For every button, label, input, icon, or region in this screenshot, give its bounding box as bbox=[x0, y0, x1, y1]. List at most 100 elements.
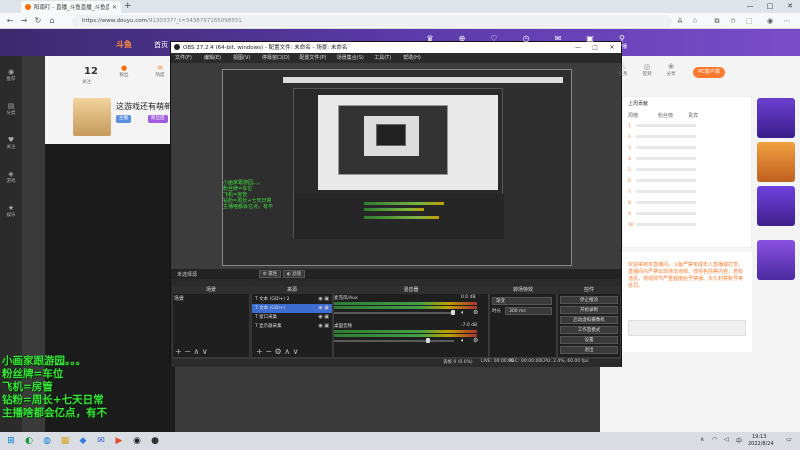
rank-tab[interactable]: 贵宾 bbox=[688, 112, 698, 119]
filters-button[interactable]: ◐ 滤镜 bbox=[283, 270, 305, 278]
network-icon[interactable]: ◠ bbox=[712, 436, 717, 443]
obs-menu-item[interactable]: 配置文件(P) bbox=[299, 54, 326, 61]
sidebar-item[interactable]: ♥ 关注 bbox=[0, 136, 22, 150]
control-button[interactable]: 停止推流 bbox=[560, 296, 618, 304]
right-panel-stat[interactable]: ❀ 分享 bbox=[660, 62, 682, 77]
pc-client-button[interactable]: PC客户端 bbox=[693, 67, 725, 78]
rank-row[interactable]: 7 bbox=[628, 190, 746, 197]
rank-row[interactable]: 4 bbox=[628, 157, 746, 164]
taskbar-app-icon[interactable]: ✉ bbox=[94, 434, 108, 448]
source-item[interactable]: T 窗口采集 ◉ ▣ bbox=[252, 313, 332, 322]
control-button[interactable]: 启动虚拟摄像机 bbox=[560, 316, 618, 324]
right-panel-stat[interactable]: ♨ 任务 bbox=[612, 62, 634, 77]
collections-icon[interactable]: ⧉ bbox=[712, 16, 722, 26]
gear-icon[interactable]: ⚙ bbox=[473, 309, 478, 316]
browser-tab[interactable]: 阳南叮 - 直播_斗鱼直播_斗鱼直 ✕ bbox=[21, 1, 121, 13]
control-button[interactable]: 开始录制 bbox=[560, 306, 618, 314]
rank-row[interactable]: 5 bbox=[628, 168, 746, 175]
rank-row[interactable]: 3 bbox=[628, 146, 746, 153]
nav-home-link[interactable]: 首页 bbox=[154, 40, 168, 50]
control-button[interactable]: 退出 bbox=[560, 346, 618, 354]
header-消息-button[interactable]: ✉ 消息 bbox=[548, 34, 568, 50]
sources-dock-toolbar[interactable]: + − ⚙ ∧ ∨ bbox=[256, 347, 298, 356]
site-logo[interactable]: 斗鱼 bbox=[116, 39, 132, 50]
visibility-eye-icon[interactable]: ◉ ▣ bbox=[318, 304, 329, 313]
promo-card[interactable] bbox=[757, 142, 795, 182]
forward-icon[interactable]: → bbox=[18, 15, 30, 27]
rank-row[interactable]: 1 bbox=[628, 124, 746, 131]
header-下载-button[interactable]: ▣ 下载 bbox=[580, 34, 600, 50]
taskbar-app-icon[interactable]: ◆ bbox=[76, 434, 90, 448]
favorites-icon[interactable]: ✩ bbox=[728, 16, 738, 26]
taskbar-app-icon[interactable]: ◐ bbox=[22, 434, 36, 448]
source-item[interactable]: T 显示器采集 ◉ ▣ bbox=[252, 322, 332, 331]
sidebar-item[interactable]: ◈ 游戏 bbox=[0, 170, 22, 184]
obs-menu-item[interactable]: 视图(V) bbox=[233, 54, 250, 61]
scene-item[interactable]: 场景 bbox=[174, 295, 184, 302]
rank-row[interactable]: 6 bbox=[628, 179, 746, 186]
header-充值-button[interactable]: ⊕ 充值 bbox=[452, 34, 472, 50]
back-icon[interactable]: ← bbox=[4, 15, 16, 27]
obs-preview-canvas[interactable]: 小画家跟游园。。。 粉丝牌=车位 飞机=房管 钻粉=周长+七天日常 主播啥都会亿点，有不 bbox=[222, 69, 572, 266]
refresh-icon[interactable]: ↻ bbox=[32, 15, 44, 27]
visibility-eye-icon[interactable]: ◉ ▣ bbox=[318, 322, 329, 331]
gear-icon[interactable]: ⚙ bbox=[473, 337, 478, 344]
mixer-volume-slider[interactable] bbox=[334, 340, 454, 342]
rank-row[interactable]: 10 bbox=[628, 223, 746, 230]
speaker-icon[interactable]: 🔈︎ bbox=[461, 337, 465, 345]
source-item[interactable]: T 文本 (GDI+) 2 ◉ ▣ bbox=[252, 295, 332, 304]
streamer-avatar[interactable] bbox=[73, 98, 111, 136]
header-关注-button[interactable]: ♡ 关注 bbox=[484, 34, 504, 50]
close-button[interactable]: ✕ bbox=[780, 0, 800, 13]
taskbar-app-icon[interactable]: ▦ bbox=[58, 434, 72, 448]
rank-row[interactable]: 2 bbox=[628, 135, 746, 142]
obs-menu-item[interactable]: 编辑(E) bbox=[204, 54, 221, 61]
clock-time[interactable]: 19:13 bbox=[752, 434, 766, 440]
more-menu-icon[interactable]: ⋯ bbox=[782, 16, 792, 26]
promo-card[interactable] bbox=[757, 240, 795, 280]
home-icon[interactable]: ⌂ bbox=[46, 15, 58, 27]
obs-menu-item[interactable]: 停靠窗口(D) bbox=[262, 54, 290, 61]
visibility-eye-icon[interactable]: ◉ ▣ bbox=[318, 313, 329, 322]
notification-icon[interactable]: ▭ bbox=[786, 436, 792, 443]
read-aloud-icon[interactable]: A bbox=[675, 16, 685, 26]
header-会员-button[interactable]: ♛ 会员 bbox=[420, 34, 440, 50]
source-item[interactable]: T 文本 (GDI+) ◉ ▣ bbox=[252, 304, 332, 313]
promo-card[interactable] bbox=[757, 186, 795, 226]
mixer-volume-knob[interactable] bbox=[426, 338, 430, 343]
visibility-eye-icon[interactable]: ◉ ▣ bbox=[318, 295, 329, 304]
mixer-volume-slider[interactable] bbox=[334, 312, 454, 314]
transition-select[interactable]: 渐变 bbox=[492, 297, 552, 305]
rank-tab[interactable]: 粉丝榜 bbox=[658, 112, 673, 119]
favorite-star-icon[interactable]: ☆ bbox=[690, 16, 700, 26]
taskbar-app-icon[interactable]: ◍ bbox=[40, 434, 54, 448]
rank-tab[interactable]: 周榜 bbox=[628, 112, 638, 119]
obs-menu-item[interactable]: 工具(T) bbox=[374, 54, 391, 61]
chat-input[interactable] bbox=[628, 320, 746, 336]
taskbar-app-icon[interactable]: ⊞ bbox=[4, 434, 18, 448]
new-tab-button[interactable]: + bbox=[124, 1, 132, 11]
ime-icon[interactable]: 中 bbox=[736, 436, 742, 445]
obs-menu-item[interactable]: 文件(F) bbox=[175, 54, 192, 61]
properties-button[interactable]: ⚙ 属性 bbox=[259, 270, 281, 278]
speaker-icon[interactable]: 🔈︎ bbox=[461, 309, 465, 317]
scenes-dock-toolbar[interactable]: + − ∧ ∨ bbox=[175, 347, 208, 356]
right-panel-stat[interactable]: ◎ 签到 bbox=[636, 62, 658, 77]
rank-row[interactable]: 9 bbox=[628, 212, 746, 219]
clock-date[interactable]: 2022/8/24 bbox=[748, 441, 774, 447]
volume-icon[interactable]: ◁ bbox=[724, 436, 729, 443]
header-历史-button[interactable]: ◷ 历史 bbox=[516, 34, 536, 50]
tab-close-icon[interactable]: ✕ bbox=[112, 4, 117, 11]
taskbar-app-icon[interactable]: ◉ bbox=[130, 434, 144, 448]
room-stat[interactable]: ♒ 热度 bbox=[151, 64, 169, 78]
rank-row[interactable]: 8 bbox=[628, 201, 746, 208]
obs-menu-item[interactable]: 帮助(H) bbox=[403, 54, 421, 61]
profile-avatar-icon[interactable]: ◉ bbox=[765, 16, 775, 26]
control-button[interactable]: 工作室模式 bbox=[560, 326, 618, 334]
room-stat[interactable]: ● 粉丝 bbox=[115, 64, 133, 78]
taskbar-app-icon[interactable]: ▶ bbox=[112, 434, 126, 448]
minimize-button[interactable]: — bbox=[740, 0, 760, 13]
promo-card[interactable] bbox=[757, 98, 795, 138]
mixer-volume-knob[interactable] bbox=[451, 310, 455, 315]
obs-menu-item[interactable]: 场景集合(S) bbox=[337, 54, 364, 61]
